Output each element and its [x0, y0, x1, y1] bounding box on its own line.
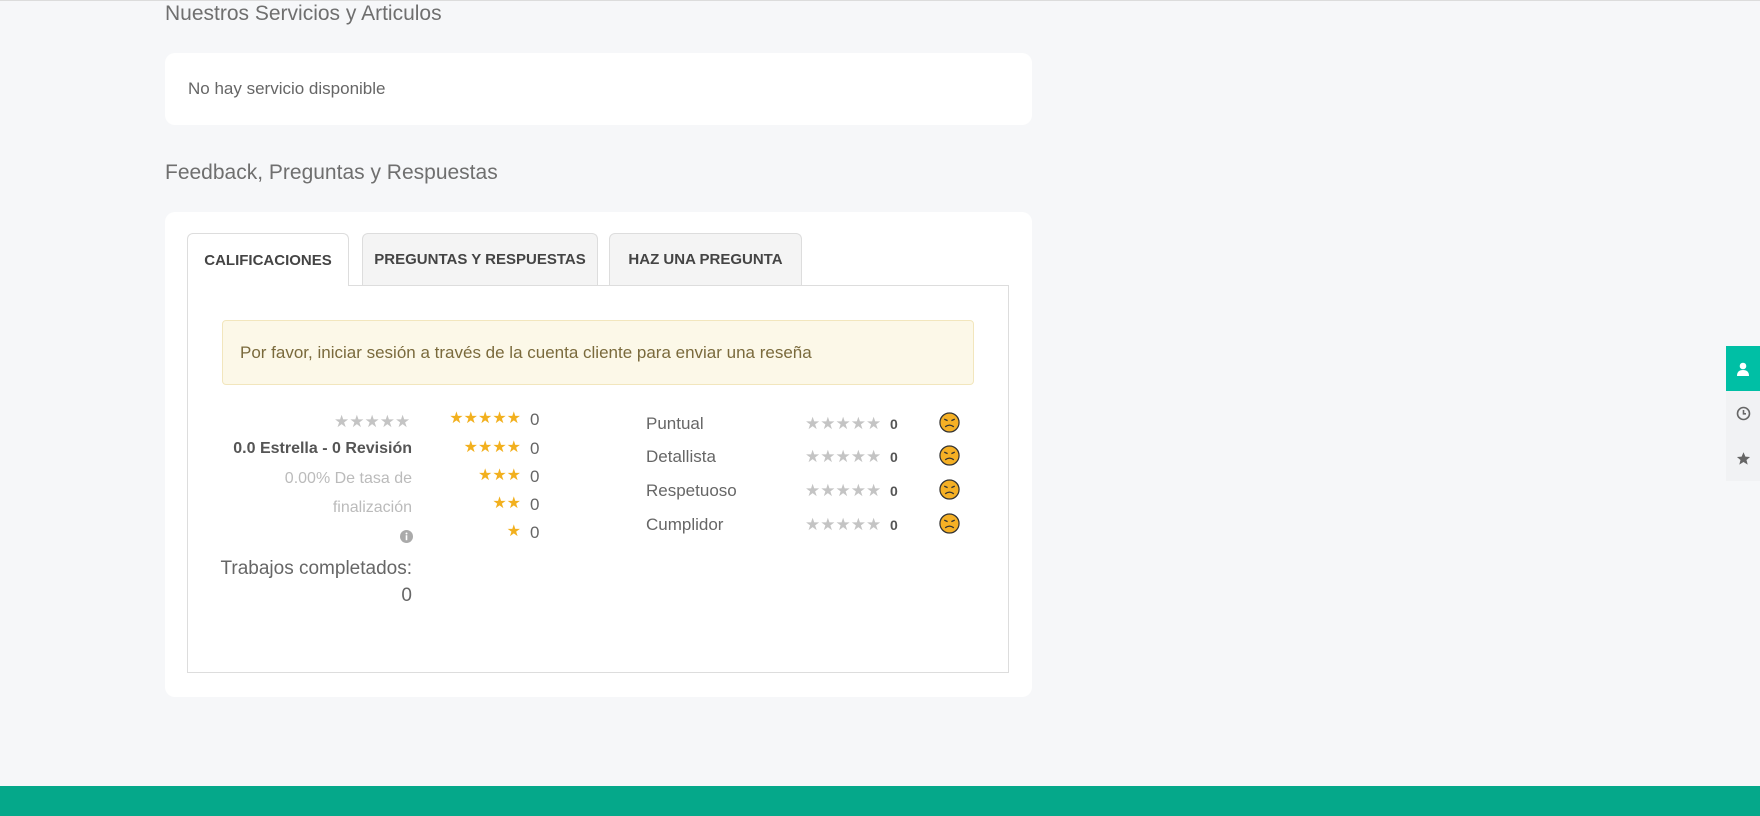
tab-preguntas-y-respuestas[interactable]: PREGUNTAS Y RESPUESTAS [362, 233, 598, 285]
breakdown-1-count: 0 [530, 523, 540, 542]
criteria-label-cumplidor: Cumplidor [646, 515, 724, 534]
criteria-stars-detallista: ★★★★★ [805, 447, 882, 466]
completion-rate: 0.00% De tasa de [284, 470, 412, 487]
criteria-stars-puntual: ★★★★★ [805, 414, 882, 433]
star-icon [1736, 452, 1750, 465]
breakdown-1-stars: ★ [506, 523, 521, 540]
criteria-value-detallista: 0 [890, 449, 898, 465]
criteria-value-respetuoso: 0 [890, 483, 898, 499]
breakdown-2-count: 0 [530, 495, 540, 514]
breakdown-3-count: 0 [530, 467, 540, 486]
criteria-label-respetuoso: Respetuoso [646, 481, 737, 500]
criteria-stars-cumplidor: ★★★★★ [805, 515, 882, 534]
completion-rate-label: finalización [332, 499, 412, 516]
criteria-value-puntual: 0 [890, 416, 898, 432]
criteria-label-detallista: Detallista [646, 447, 716, 466]
breakdown-4-stars: ★★★★ [463, 439, 521, 456]
angry-face-icon [939, 513, 960, 534]
sidebar-favorites-button[interactable] [1726, 436, 1760, 481]
jobs-completed-value: 0 [401, 585, 412, 606]
breakdown-2-stars: ★★ [492, 495, 521, 512]
tab-haz-una-pregunta[interactable]: HAZ UNA PREGUNTA [609, 233, 802, 285]
login-alert: Por favor, iniciar sesión a través de la… [222, 320, 974, 385]
footer-bar [0, 786, 1760, 816]
breakdown-4-count: 0 [530, 439, 540, 458]
rating-summary: 0.0 Estrella - 0 Revisión [233, 440, 412, 457]
summary-stars: ★★★★★ [334, 412, 411, 431]
no-service-message: No hay servicio disponible [188, 79, 386, 98]
criteria-label-puntual: Puntual [646, 414, 704, 433]
sidebar-user-button[interactable] [1726, 346, 1760, 391]
criteria-stars-respetuoso: ★★★★★ [805, 481, 882, 500]
criteria-value-cumplidor: 0 [890, 517, 898, 533]
services-section-title: Nuestros Servicios y Articulos [165, 2, 442, 25]
breakdown-5-stars: ★★★★★ [449, 410, 521, 427]
info-icon[interactable] [400, 530, 413, 543]
breakdown-5-count: 0 [530, 410, 540, 429]
breakdown-3-stars: ★★★ [477, 467, 521, 484]
feedback-card: CALIFICACIONES PREGUNTAS Y RESPUESTAS HA… [165, 212, 1032, 697]
top-divider [0, 0, 1760, 1]
sidebar-history-button[interactable] [1726, 391, 1760, 436]
angry-face-icon [939, 412, 960, 433]
user-icon [1737, 362, 1749, 376]
feedback-section-title: Feedback, Preguntas y Respuestas [165, 161, 498, 184]
jobs-completed-label: Trabajos completados: [220, 558, 412, 579]
angry-face-icon [939, 445, 960, 466]
services-card: No hay servicio disponible [165, 53, 1032, 125]
ratings-panel: Por favor, iniciar sesión a través de la… [187, 285, 1009, 673]
clock-icon [1736, 406, 1750, 421]
angry-face-icon [939, 479, 960, 500]
tab-calificaciones[interactable]: CALIFICACIONES [187, 233, 349, 286]
